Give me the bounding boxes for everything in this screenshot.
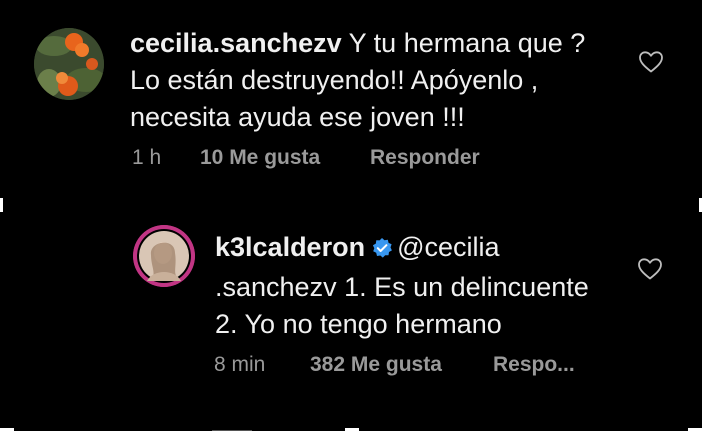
- like-button[interactable]: [637, 257, 663, 281]
- reply-button[interactable]: Responder: [370, 146, 480, 170]
- mention-link[interactable]: @cecilia: [397, 232, 499, 262]
- frame-mark: [0, 198, 3, 212]
- reply-time: 8 min: [214, 353, 266, 376]
- likes-count[interactable]: 382 Me gusta: [310, 353, 493, 377]
- heart-outline-icon: [638, 258, 662, 280]
- comment-meta: 1 h 10 Me gusta Responder: [132, 146, 480, 170]
- comment-text-line2: Lo están destruyendo!! Apóyenlo ,: [130, 65, 539, 95]
- comment-username[interactable]: cecilia.sanchezv: [130, 28, 342, 58]
- verified-badge-icon: [371, 232, 393, 269]
- comment-text: cecilia.sanchezv Y tu hermana que ? Lo e…: [130, 25, 630, 136]
- reply-username[interactable]: k3lcalderon: [215, 232, 365, 262]
- view-replies-hint: [212, 420, 472, 431]
- comment-text-line3: necesita ayuda ese joven !!!: [130, 102, 465, 132]
- comment-item: cecilia.sanchezv Y tu hermana que ? Lo e…: [0, 0, 702, 200]
- reply-text-line3: 2. Yo no tengo hermano: [215, 309, 502, 339]
- reply-button[interactable]: Respo...: [493, 353, 575, 377]
- heart-outline-icon: [639, 51, 663, 73]
- profile-photo-avatar-icon: [133, 225, 195, 287]
- comment-time: 1 h: [132, 146, 162, 169]
- avatar[interactable]: [34, 28, 104, 100]
- reply-text: k3lcalderon @cecilia .sanchezv 1. Es un …: [215, 229, 655, 343]
- likes-count[interactable]: 10 Me gusta: [200, 146, 370, 170]
- comment-text-line1: Y tu hermana que ?: [348, 28, 586, 58]
- flower-avatar-icon: [34, 28, 104, 100]
- reply-meta: 8 min 382 Me gusta Respo...: [214, 353, 575, 377]
- reply-item: k3lcalderon @cecilia .sanchezv 1. Es un …: [0, 210, 702, 431]
- like-button[interactable]: [638, 50, 664, 74]
- avatar[interactable]: [133, 225, 195, 287]
- reply-text-line2: .sanchezv 1. Es un delincuente: [215, 272, 589, 302]
